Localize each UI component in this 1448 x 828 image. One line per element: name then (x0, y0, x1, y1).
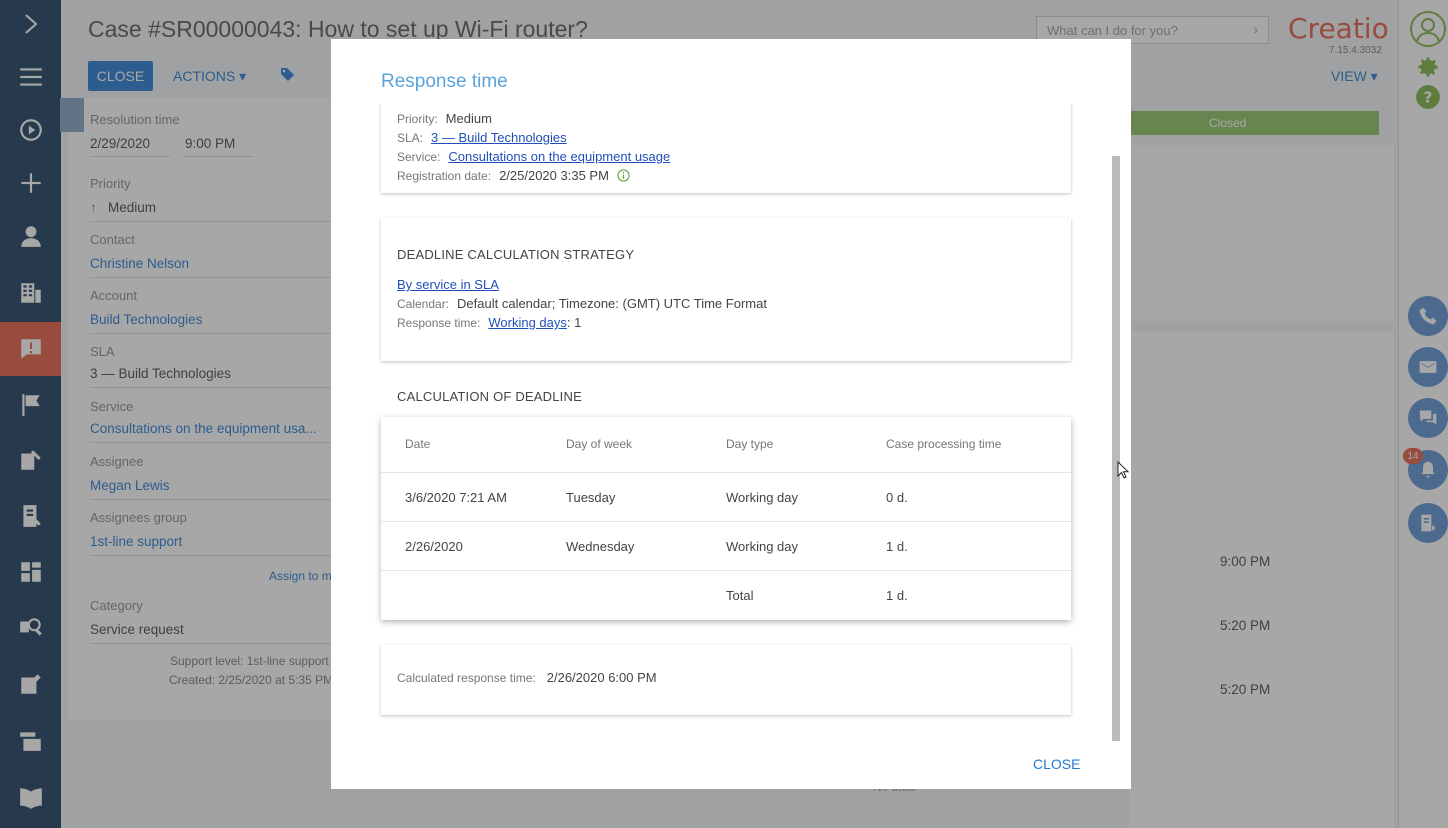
sla-key: SLA: (397, 131, 424, 145)
info-service: Service: Consultations on the equipment u… (397, 149, 670, 164)
registration-val: 2/25/2020 3:35 PM (499, 168, 609, 183)
response-key: Response time: (397, 316, 481, 330)
info-sla: SLA: 3 — Build Technologies (397, 130, 567, 145)
service-link-modal[interactable]: Consultations on the equipment usage (448, 149, 670, 164)
response-time-row: Response time: Working days: 1 (397, 315, 581, 330)
mouse-cursor-icon (1117, 461, 1129, 479)
dialog-title: Response time (381, 71, 508, 92)
calculated-key: Calculated response time: (397, 671, 536, 685)
sla-link[interactable]: 3 — Build Technologies (431, 130, 567, 145)
response-time-dialog: Response time Priority: Medium SLA: 3 — Bu… (331, 39, 1131, 789)
cell-day-of-week: Wednesday (566, 539, 635, 554)
calculated-response-card: Calculated response time: 2/26/2020 6:00 … (381, 645, 1071, 715)
calculation-heading: CALCULATION OF DEADLINE (397, 389, 582, 404)
col-processing-time: Case processing time (886, 437, 1002, 451)
info-icon[interactable] (616, 169, 630, 182)
priority-key: Priority: (397, 112, 438, 126)
calculated-val: 2/26/2020 6:00 PM (546, 670, 657, 685)
calendar-val: Default calendar; Timezone: (GMT) UTC Ti… (457, 296, 767, 311)
registration-key: Registration date: (397, 169, 492, 183)
info-registration: Registration date: 2/25/2020 3:35 PM (397, 168, 630, 183)
info-priority: Priority: Medium (397, 111, 492, 126)
working-days-link[interactable]: Working days (488, 315, 567, 330)
calendar-row: Calendar: Default calendar; Timezone: (GM… (397, 296, 767, 311)
response-val: : 1 (566, 315, 582, 330)
cell-date: 2/26/2020 (405, 539, 463, 554)
col-date: Date (405, 437, 431, 451)
cell-day-type: Working day (726, 539, 799, 554)
strategy-heading: DEADLINE CALCULATION STRATEGY (397, 247, 635, 262)
cell-day-of-week: Tuesday (566, 490, 616, 505)
deadline-strategy-card: DEADLINE CALCULATION STRATEGY By service… (381, 218, 1071, 361)
cell-total-label: Total (726, 588, 754, 603)
table-row: 3/6/2020 7:21 AM Tuesday Working day 0 d… (381, 473, 1071, 522)
strategy-link-row: By service in SLA (397, 277, 499, 292)
col-day-of-week: Day of week (566, 437, 633, 451)
cell-processing-time: 1 d. (886, 539, 908, 554)
cell-total-value: 1 d. (886, 588, 908, 603)
dialog-scrollbar[interactable] (1112, 156, 1120, 741)
calendar-key: Calendar: (397, 297, 450, 311)
table-total-row: Total 1 d. (381, 571, 1071, 620)
cell-processing-time: 0 d. (886, 490, 908, 505)
calculated-response-row: Calculated response time: 2/26/2020 6:00 … (397, 670, 657, 685)
cell-date: 3/6/2020 7:21 AM (405, 490, 507, 505)
dialog-close-button[interactable]: CLOSE (1033, 756, 1080, 772)
col-day-type: Day type (726, 437, 774, 451)
table-header: Date Day of week Day type Case processin… (381, 417, 1071, 473)
service-key: Service: (397, 150, 441, 164)
by-service-in-sla-link[interactable]: By service in SLA (397, 277, 499, 292)
dialog-scroll-area[interactable]: Priority: Medium SLA: 3 — Build Technologi… (331, 104, 1131, 744)
case-info-card: Priority: Medium SLA: 3 — Build Technologi… (381, 104, 1071, 193)
priority-val: Medium (445, 111, 492, 126)
deadline-table: Date Day of week Day type Case processin… (381, 417, 1071, 620)
table-row: 2/26/2020 Wednesday Working day 1 d. (381, 522, 1071, 571)
cell-day-type: Working day (726, 490, 799, 505)
